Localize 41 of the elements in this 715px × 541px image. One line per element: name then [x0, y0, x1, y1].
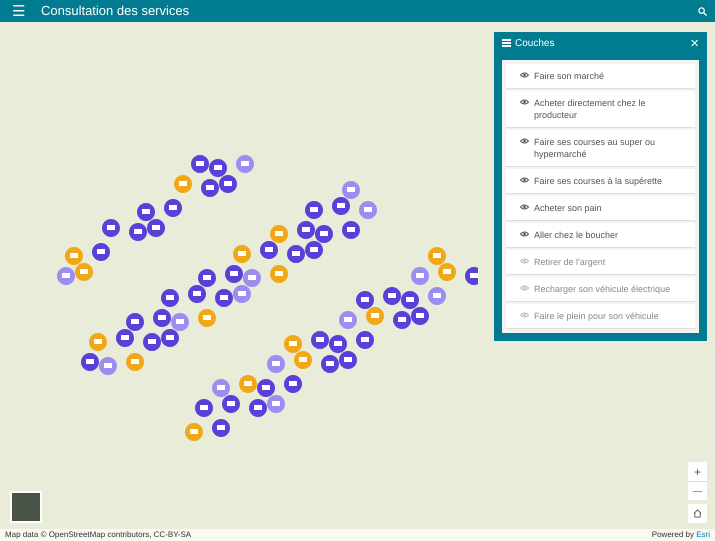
- eye-icon: [520, 312, 529, 318]
- home-button[interactable]: [688, 504, 707, 523]
- layer-item[interactable]: Faire ses courses à la supérette: [506, 169, 695, 194]
- eye-icon: [520, 72, 529, 78]
- search-icon[interactable]: [698, 6, 707, 16]
- layer-label: Acheter son pain: [534, 202, 602, 214]
- menu-button[interactable]: ☰: [8, 4, 29, 18]
- layer-label: Recharger son véhicule électrique: [534, 283, 670, 295]
- home-icon: [693, 509, 702, 518]
- layer-label: Faire ses courses à la supérette: [534, 175, 662, 187]
- layer-item[interactable]: Faire le plein pour son véhicule: [506, 304, 695, 329]
- layer-label: Faire ses courses au super ou hypermarché: [534, 136, 656, 160]
- eye-icon: [520, 285, 529, 291]
- basemap-thumbnail[interactable]: [10, 491, 42, 523]
- layer-label: Retirer de l'argent: [534, 256, 606, 268]
- layer-label: Faire le plein pour son véhicule: [534, 310, 659, 322]
- layer-item[interactable]: Acheter directement chez le producteur: [506, 91, 695, 128]
- zoom-out-button[interactable]: —: [688, 481, 707, 500]
- layer-item[interactable]: Recharger son véhicule électrique: [506, 277, 695, 302]
- zoom-in-button[interactable]: +: [688, 462, 707, 481]
- eye-icon: [520, 99, 529, 105]
- layer-item[interactable]: Aller chez le boucher: [506, 223, 695, 248]
- eye-icon: [520, 138, 529, 144]
- layer-item[interactable]: Acheter son pain: [506, 196, 695, 221]
- esri-link[interactable]: Esri: [696, 529, 710, 541]
- eye-icon: [520, 204, 529, 210]
- layer-item[interactable]: Retirer de l'argent: [506, 250, 695, 275]
- layer-label: Faire son marché: [534, 70, 604, 82]
- layer-label: Aller chez le boucher: [534, 229, 618, 241]
- layer-label: Acheter directement chez le producteur: [534, 97, 647, 121]
- panel-title: Couches: [515, 36, 556, 50]
- app-title: Consultation des services: [41, 2, 190, 20]
- attribution-text: Map data © OpenStreetMap contributors, CC-BY-SA: [5, 529, 192, 541]
- eye-icon: [520, 177, 529, 183]
- eye-icon: [520, 258, 529, 264]
- powered-by-text: Powered by: [652, 529, 695, 541]
- list-icon: [502, 39, 511, 47]
- layer-item[interactable]: Faire ses courses au super ou hypermarché: [506, 130, 695, 167]
- close-button[interactable]: ×: [690, 36, 699, 50]
- layer-item[interactable]: Faire son marché: [506, 64, 695, 89]
- eye-icon: [520, 231, 529, 237]
